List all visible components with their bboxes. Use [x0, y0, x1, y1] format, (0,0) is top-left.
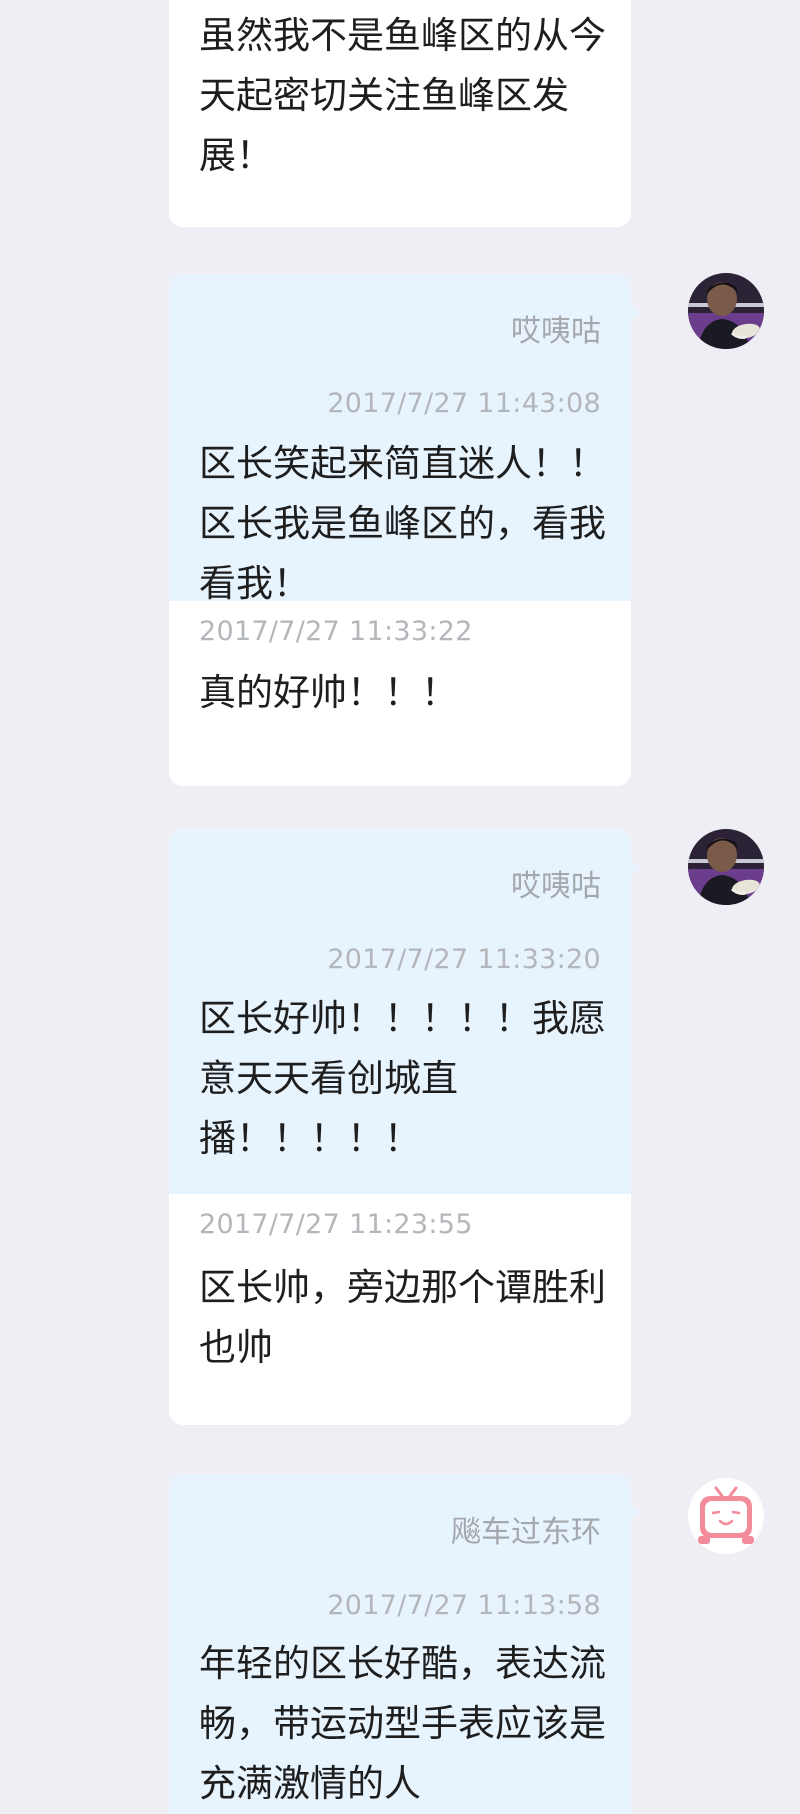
sender-name[interactable]: 飚车过东环 [451, 1515, 601, 1551]
comment-text: 区长笑起来简直迷人！！区长我是鱼峰区的，看我看我！ [199, 442, 606, 605]
comment-main: 哎咦咕 2017/7/27 11:33:20 区长好帅！！！！！我愿意天天看创城… [169, 829, 631, 1194]
comment-time: 2017/7/27 11:33:20 [327, 944, 601, 975]
reply-text: 虽然我不是鱼峰区的从今天起密切关注鱼峰区发展！ [199, 14, 606, 177]
comment-time: 2017/7/27 11:43:08 [327, 388, 601, 419]
person-photo-avatar-icon[interactable] [688, 273, 764, 349]
quoted-time: 2017/7/27 11:23:55 [199, 1209, 473, 1240]
sender-name[interactable]: 哎咦咕 [511, 869, 601, 905]
comment-time: 2017/7/27 11:13:58 [327, 1590, 601, 1621]
sender-name[interactable]: 哎咦咕 [511, 314, 601, 350]
quoted-reply: 2017/7/27 11:33:22 真的好帅！！！ [169, 601, 631, 786]
comment-card: 哎咦咕 2017/7/27 11:43:08 区长笑起来简直迷人！！区长我是鱼峰… [169, 274, 631, 786]
comment-text: 年轻的区长好酷，表达流畅，带运动型手表应该是充满激情的人 [199, 1642, 606, 1805]
comment-main: 飚车过东环 2017/7/27 11:13:58 年轻的区长好酷，表达流畅，带运… [169, 1474, 631, 1814]
bubble-tail [628, 1503, 641, 1521]
bubble-tail [628, 304, 641, 322]
quoted-time: 2017/7/27 11:33:22 [199, 616, 473, 647]
comment-main: 哎咦咕 2017/7/27 11:43:08 区长笑起来简直迷人！！区长我是鱼峰… [169, 274, 631, 605]
bubble-tail [628, 859, 641, 877]
quoted-text: 区长帅，旁边那个谭胜利也帅 [199, 1266, 606, 1369]
person-photo-avatar-icon[interactable] [688, 829, 764, 905]
comment-card-partial: 虽然我不是鱼峰区的从今天起密切关注鱼峰区发展！ [169, 0, 631, 227]
tv-mascot-avatar-icon[interactable] [688, 1478, 764, 1554]
comment-card: 哎咦咕 2017/7/27 11:33:20 区长好帅！！！！！我愿意天天看创城… [169, 829, 631, 1425]
comment-card: 飚车过东环 2017/7/27 11:13:58 年轻的区长好酷，表达流畅，带运… [169, 1474, 631, 1814]
quoted-reply: 2017/7/27 11:23:55 区长帅，旁边那个谭胜利也帅 [169, 1194, 631, 1425]
comment-text: 区长好帅！！！！！我愿意天天看创城直播！！！！！ [199, 997, 606, 1160]
quoted-text: 真的好帅！！！ [199, 671, 458, 714]
